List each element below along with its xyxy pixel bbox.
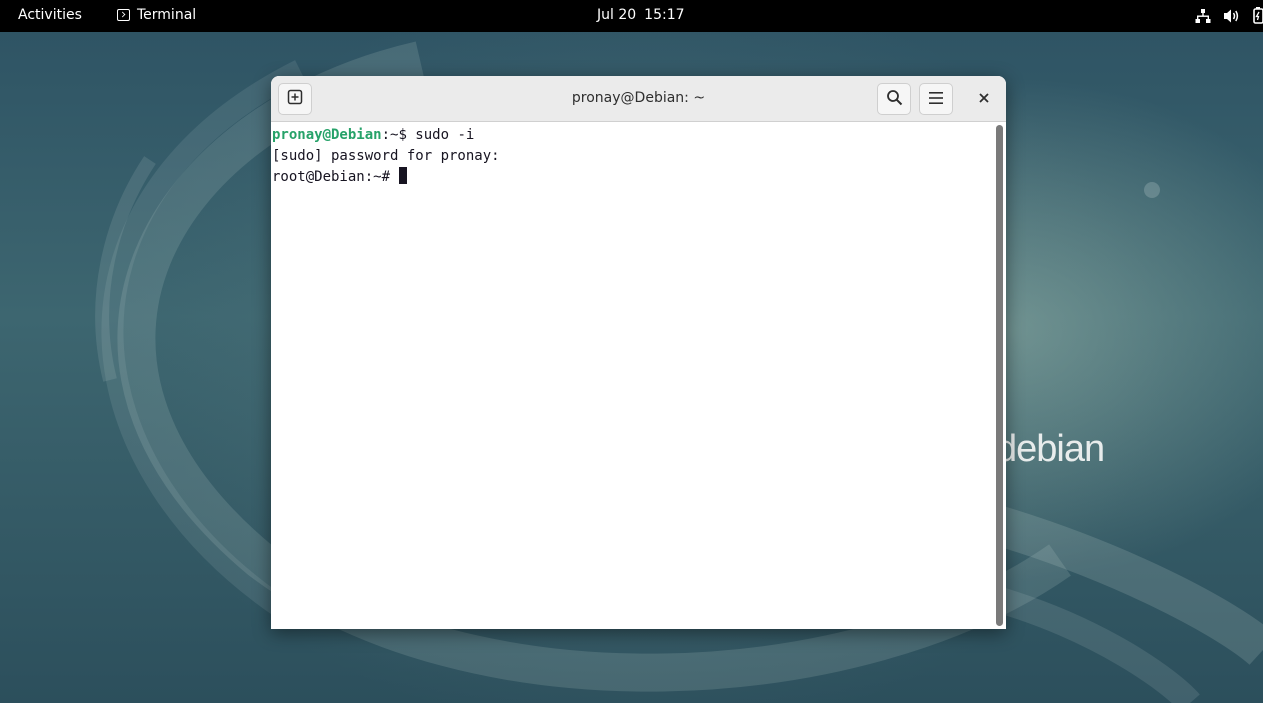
system-tray[interactable] [1195,7,1263,24]
clock-time: 15:17 [644,7,685,23]
command-text: sudo -i [415,127,475,143]
prompt-symbol: $ [398,127,416,143]
search-icon [886,89,903,110]
clock[interactable]: Jul 20 15:17 [597,7,685,23]
top-bar: Activities Terminal Jul 20 15:17 [0,0,1263,32]
app-menu-terminal[interactable]: Terminal [117,7,196,23]
text-cursor [399,167,408,184]
prompt-path: :~ [381,127,399,143]
terminal-line: pronay@Debian:~$ sudo -i [272,125,993,146]
search-button[interactable] [877,83,911,115]
scrollbar-thumb[interactable] [996,125,1003,626]
main-menu-button[interactable] [919,83,953,115]
root-prompt: root@Debian:~# [272,169,399,185]
close-button[interactable] [971,85,997,111]
debian-wordmark: debian [996,428,1105,470]
activities-button[interactable]: Activities [18,7,82,23]
prompt-user-host: pronay@Debian [272,127,382,143]
app-menu-label: Terminal [137,7,197,23]
hamburger-menu-icon [928,90,944,109]
network-icon[interactable] [1195,8,1211,24]
terminal-window[interactable]: pronay@Debian: ~ pronay@Debian:~$ sudo -… [271,76,1006,629]
window-headerbar[interactable]: pronay@Debian: ~ [271,76,1006,122]
terminal-line: root@Debian:~# [272,167,993,188]
terminal-app-icon [117,9,130,21]
battery-icon[interactable] [1253,7,1263,24]
terminal-output[interactable]: pronay@Debian:~$ sudo -i [sudo] password … [271,123,993,629]
volume-icon[interactable] [1223,8,1241,24]
new-tab-button[interactable] [278,83,312,115]
terminal-line: [sudo] password for pronay: [272,148,500,164]
terminal-scrollbar[interactable] [993,123,1006,629]
clock-date: Jul 20 [597,7,637,23]
close-icon [978,89,990,108]
new-tab-icon [287,89,303,109]
